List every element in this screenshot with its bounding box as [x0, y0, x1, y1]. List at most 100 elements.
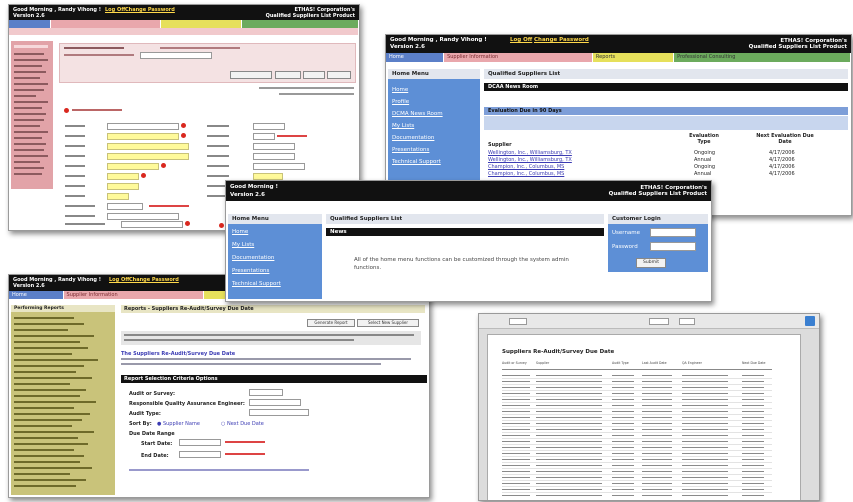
- menu-supplier[interactable]: [51, 20, 161, 28]
- version-label: Version 2.6: [13, 13, 45, 19]
- header-button-4[interactable]: [327, 71, 351, 79]
- sort-supplier-radio[interactable]: ● Supplier Name: [157, 421, 200, 427]
- password-input[interactable]: [650, 242, 696, 251]
- required-icon: [219, 223, 224, 228]
- version-label: Version 2.6: [13, 283, 45, 289]
- version-label: Version 2.6: [230, 192, 265, 198]
- menu-home[interactable]: Home: [9, 291, 64, 299]
- sidebar-item-profile[interactable]: Profile: [388, 99, 480, 105]
- evaluation-description: [484, 116, 848, 130]
- reports-window: Good Morning , Randy Vihong ! Version 2.…: [8, 274, 430, 498]
- menu-reports[interactable]: Reports: [592, 53, 675, 62]
- evaluation-heading: Evaluation Due in 90 Days: [484, 107, 848, 115]
- main-panel: Reports - Suppliers Re-Audit/Survey Due …: [121, 305, 427, 495]
- sidebar-item-dcma-news[interactable]: DCMA News Room: [388, 111, 480, 117]
- status-select[interactable]: [121, 221, 183, 228]
- state-field[interactable]: [107, 173, 139, 180]
- zip-field[interactable]: [107, 183, 139, 190]
- col-next-evaluation: Next Evaluation Due Date: [756, 133, 814, 145]
- change-password-link[interactable]: Change Password: [534, 37, 589, 43]
- audit-type-select[interactable]: [249, 409, 309, 416]
- city-field[interactable]: [107, 163, 159, 170]
- r-field-4[interactable]: [253, 153, 295, 160]
- logoff-link[interactable]: Log Off: [109, 277, 129, 283]
- sidebar: Performing Reports: [11, 305, 115, 495]
- header-button-2[interactable]: [275, 71, 301, 79]
- required-icon: [181, 123, 186, 128]
- row-type: Annual: [694, 171, 712, 177]
- menu-supplier-information[interactable]: Supplier Information: [63, 291, 204, 299]
- row-date: 4/17/2006: [769, 164, 795, 170]
- submit-button[interactable]: Submit: [636, 258, 666, 268]
- sidebar-item-my-lists[interactable]: My Lists: [388, 123, 480, 129]
- expire-field[interactable]: [107, 203, 143, 210]
- row-supplier[interactable]: Champion, Inc., Columbus, MS: [488, 171, 564, 177]
- generate-report-button[interactable]: Generate Report: [307, 319, 355, 327]
- sidebar-item-home[interactable]: Home: [388, 87, 480, 93]
- label-end-date: End Date:: [141, 453, 169, 459]
- zoom-field[interactable]: [649, 318, 669, 325]
- r-field-6[interactable]: [253, 173, 283, 180]
- viewer-toolbar: [479, 314, 819, 329]
- name-field[interactable]: [107, 133, 179, 140]
- header-button-1[interactable]: [230, 71, 272, 79]
- label-quality-engineer: Responsible Quality Assurance Engineer:: [129, 401, 245, 407]
- menu-supplier-information[interactable]: Supplier Information: [444, 53, 593, 62]
- logoff-link[interactable]: Log Off: [105, 7, 125, 13]
- menu-home[interactable]: Home: [386, 53, 445, 62]
- sidebar-item-technical-support[interactable]: Technical Support: [228, 281, 322, 287]
- report-header: Audit or Survey Supplier Audit Type Last…: [502, 359, 772, 370]
- r-field-1[interactable]: [253, 123, 285, 130]
- document-page: Suppliers Re-Audit/Survey Due Date Audit…: [487, 334, 801, 500]
- sidebar-item-documentation[interactable]: Documentation: [228, 255, 322, 261]
- criteria-form: Audit or Survey: Responsible Quality Ass…: [121, 385, 421, 485]
- greeting: Good Morning !: [230, 184, 278, 190]
- end-date-field[interactable]: [179, 451, 221, 458]
- sidebar-item-technical-support[interactable]: Technical Support: [388, 159, 480, 165]
- label-sort-by: Sort By:: [129, 421, 152, 427]
- page-number-field[interactable]: [509, 318, 527, 325]
- address-field[interactable]: [107, 143, 189, 150]
- change-password-link[interactable]: Change Password: [125, 7, 175, 13]
- menu-consulting[interactable]: [241, 20, 359, 28]
- row-date: 4/17/2006: [769, 157, 795, 163]
- title-bar: Good Morning ! Version 2.6 ETHAS! Corpor…: [226, 181, 711, 201]
- sidebar-item-presentations[interactable]: Presentations: [388, 147, 480, 153]
- row-supplier[interactable]: Champion, Inc., Columbus, MS: [488, 164, 564, 170]
- row-supplier[interactable]: Wellington, Inc., Williamsburg, TX: [488, 150, 572, 156]
- contact-select[interactable]: [107, 213, 179, 220]
- sidebar-item-documentation[interactable]: Documentation: [388, 135, 480, 141]
- menu-professional-consulting[interactable]: Professional Consulting: [674, 53, 851, 62]
- label-due-date-range: Due Date Range: [129, 431, 175, 437]
- quality-engineer-select[interactable]: [249, 399, 301, 406]
- type-select[interactable]: [107, 123, 179, 130]
- r-field-5[interactable]: [253, 163, 305, 170]
- form-header: [59, 43, 356, 83]
- header-button-3[interactable]: [303, 71, 325, 79]
- row-supplier[interactable]: Wellington, Inc., Williamsburg, TX: [488, 157, 572, 163]
- address2-field[interactable]: [107, 153, 189, 160]
- filter-field[interactable]: [140, 52, 212, 59]
- password-label: Password: [612, 244, 638, 250]
- row-type: Ongoing: [694, 150, 716, 156]
- viewer-icon[interactable]: [805, 316, 815, 326]
- sort-due-date-radio[interactable]: ○ Next Due Date: [221, 421, 264, 427]
- username-input[interactable]: [650, 228, 696, 237]
- r-field-2[interactable]: [253, 133, 275, 140]
- menu-reports[interactable]: [160, 20, 242, 28]
- logoff-link[interactable]: Log Off: [510, 37, 532, 43]
- sidebar-item-my-lists[interactable]: My Lists: [228, 242, 322, 248]
- username-label: Username: [612, 230, 641, 236]
- r-field-3[interactable]: [253, 143, 295, 150]
- sidebar-item-presentations[interactable]: Presentations: [228, 268, 322, 274]
- select-new-supplier-button[interactable]: Select New Supplier: [357, 319, 419, 327]
- menu-home[interactable]: [9, 20, 52, 28]
- find-field[interactable]: [679, 318, 695, 325]
- audit-or-survey-select[interactable]: [249, 389, 283, 396]
- sidebar-item-home[interactable]: Home: [228, 229, 322, 235]
- start-date-field[interactable]: [179, 439, 221, 446]
- phone-field[interactable]: [107, 193, 129, 200]
- sidebar-title: Home Menu: [228, 214, 322, 224]
- row-date: 4/17/2006: [769, 171, 795, 177]
- change-password-link[interactable]: Change Password: [129, 277, 179, 283]
